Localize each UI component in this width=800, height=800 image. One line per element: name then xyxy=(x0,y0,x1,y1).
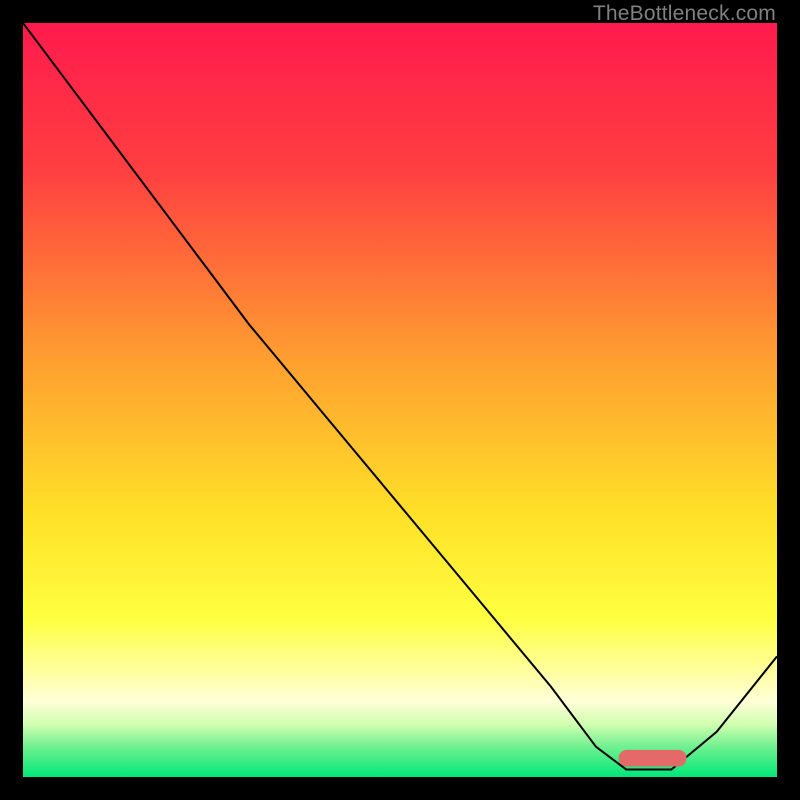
chart-svg xyxy=(23,23,777,777)
watermark-text: TheBottleneck.com xyxy=(593,2,776,26)
optimal-range-marker xyxy=(619,750,687,767)
chart-frame xyxy=(23,23,777,777)
chart-background xyxy=(23,23,777,777)
